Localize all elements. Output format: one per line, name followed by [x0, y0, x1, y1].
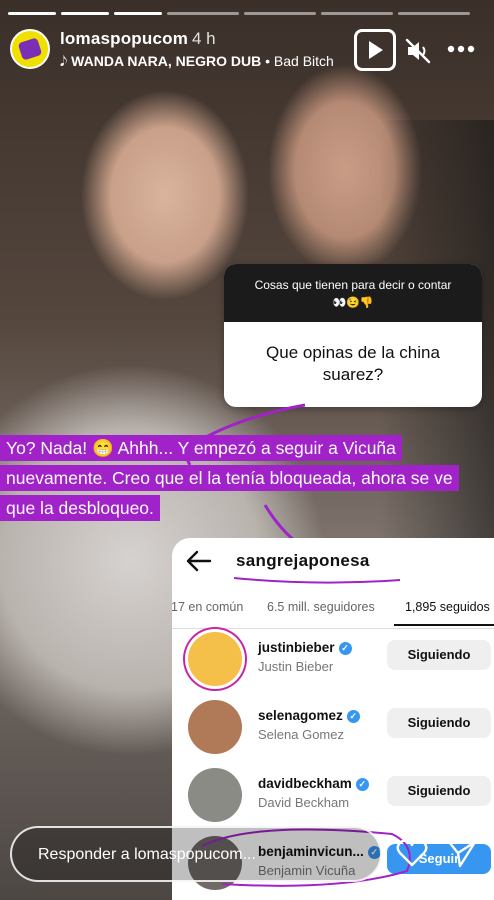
question-prompt: Cosas que tienen para decir o contar	[254, 278, 452, 292]
play-icon	[369, 41, 383, 59]
reply-field[interactable]	[10, 826, 382, 882]
account-username[interactable]: lomaspopucom	[60, 29, 188, 49]
following-tabs: 17 en común 6.5 mill. seguidores 1,895 s…	[172, 598, 494, 628]
list-item: selenagomez ✓ Selena Gomez Siguiendo	[172, 700, 494, 760]
question-header: Cosas que tienen para decir o contar 👀😉👎	[224, 264, 482, 322]
tab-following: 1,895 seguidos	[405, 600, 490, 614]
account-fullname: Justin Bieber	[258, 659, 334, 674]
question-sticker: Cosas que tienen para decir o contar 👀😉👎…	[224, 264, 482, 407]
tab-followers: 6.5 mill. seguidores	[267, 600, 375, 614]
following-button: Siguiendo	[387, 708, 491, 738]
verified-badge-icon: ✓	[355, 778, 369, 791]
list-item: justinbieber ✓ Justin Bieber Siguiendo	[172, 632, 494, 692]
caption-line-2: nuevamente. Creo que el la tenía bloquea…	[0, 465, 459, 491]
active-tab-indicator	[394, 624, 494, 626]
account-handle: justinbieber ✓	[258, 640, 352, 655]
music-artists: WANDA NARA, NEGRO DUB	[71, 53, 262, 69]
story-timestamp: 4 h	[192, 29, 216, 48]
tab-mutual: 17 en común	[172, 600, 244, 614]
more-icon[interactable]	[447, 44, 475, 54]
story-caption: Yo? Nada! 😁 Ahhh... Y empezó a seguir a …	[0, 433, 459, 523]
back-arrow-icon	[186, 550, 212, 572]
profile-username: sangrejaponesa	[236, 551, 370, 570]
following-button: Siguiendo	[387, 776, 491, 806]
music-sticker[interactable]: 𝅘𝅥𝅮 WANDA NARA, NEGRO DUB • Bad Bitch	[60, 53, 346, 70]
account-handle: davidbeckham ✓	[258, 776, 369, 791]
avatar	[188, 768, 242, 822]
music-song: Bad Bitch	[273, 53, 334, 69]
account-avatar[interactable]	[10, 29, 50, 69]
verified-badge-icon: ✓	[346, 710, 360, 723]
account-handle: selenagomez ✓	[258, 708, 360, 723]
avatar	[188, 700, 242, 754]
purple-underline-scribble	[233, 577, 401, 584]
heart-icon[interactable]	[396, 838, 428, 868]
tabs-divider	[172, 628, 494, 629]
caption-line-1: Yo? Nada! 😁 Ahhh... Y empezó a seguir a …	[0, 435, 402, 461]
play-button[interactable]	[354, 29, 396, 71]
account-fullname: Selena Gomez	[258, 727, 344, 742]
question-emoji: 👀😉👎	[332, 297, 374, 309]
avatar	[188, 632, 242, 686]
caption-line-3: que la desbloqueo.	[0, 495, 160, 521]
reply-input[interactable]	[36, 839, 360, 871]
following-button: Siguiendo	[387, 640, 491, 670]
verified-badge-icon: ✓	[338, 642, 352, 655]
speaker-mute-icon[interactable]	[404, 37, 432, 65]
account-fullname: David Beckham	[258, 795, 350, 810]
story-progress-bar	[8, 12, 470, 15]
music-note-icon: 𝅘𝅥𝅮	[60, 53, 68, 69]
question-text: Que opinas de la china suarez?	[266, 343, 440, 384]
send-icon[interactable]	[446, 838, 478, 868]
